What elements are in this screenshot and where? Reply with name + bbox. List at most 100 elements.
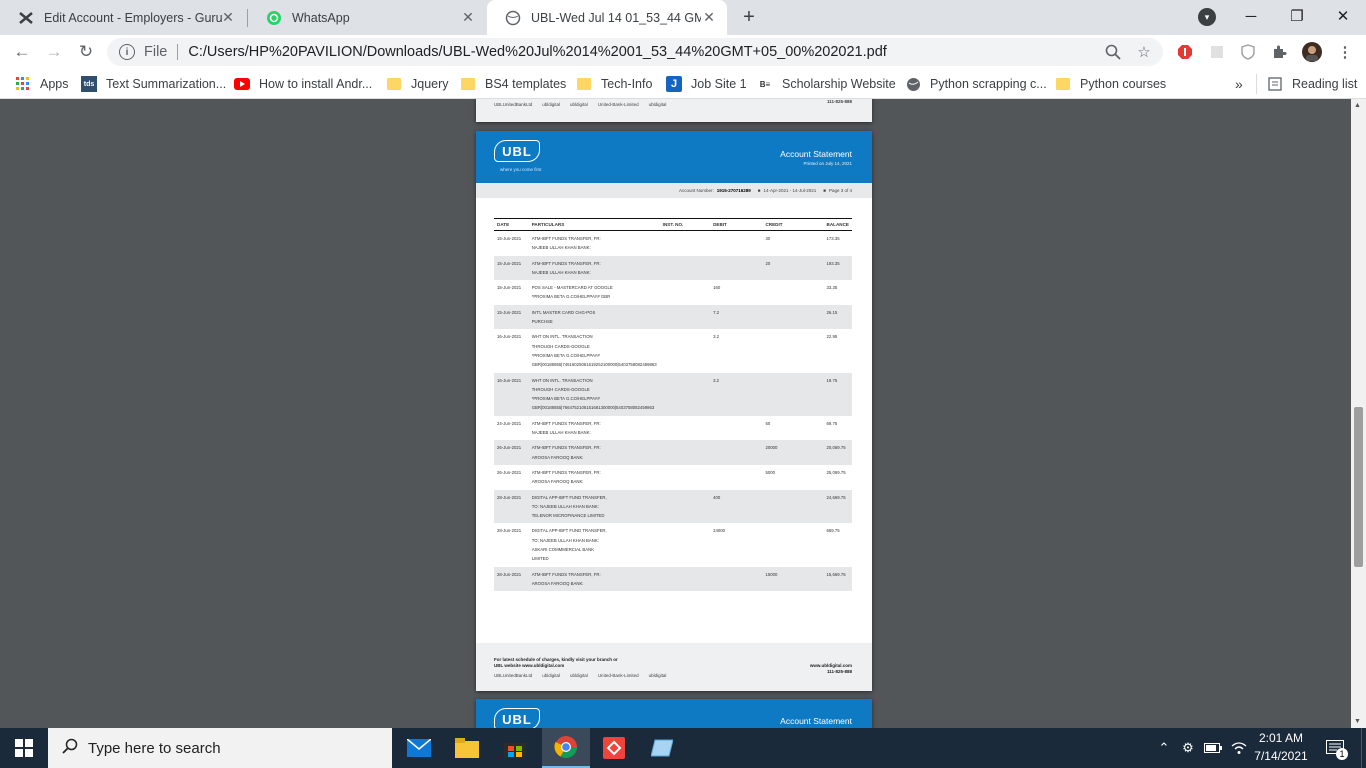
profile-avatar-icon[interactable] <box>1301 41 1323 63</box>
guru-icon <box>18 10 34 26</box>
cell-balance: 193.35 <box>823 255 852 281</box>
clock-time[interactable]: 2:01 AM <box>1254 731 1308 745</box>
scroll-down-icon[interactable]: ▼ <box>1354 718 1361 725</box>
particulars-line: ATM-IBFT FUNDS TRANSFER, FR: <box>531 236 601 241</box>
close-icon[interactable]: ✕ <box>460 9 476 25</box>
scroll-thumb[interactable] <box>1354 407 1363 567</box>
particulars-line: ATM-IBFT FUNDS TRANSFER, FR: <box>531 260 601 266</box>
youtube-link: ubldigital <box>648 102 667 107</box>
extension-icon[interactable] <box>1206 41 1228 63</box>
cell-date: 28-Jun-2021 <box>497 528 522 534</box>
taskbar-search[interactable]: Type here to search <box>48 728 392 768</box>
wifi-icon[interactable] <box>1228 728 1250 768</box>
file-explorer-icon[interactable] <box>443 728 491 768</box>
bookmark-scholarship[interactable]: B≡ Scholarship Website <box>757 75 896 93</box>
scroll-up-icon[interactable]: ▲ <box>1354 102 1361 109</box>
particulars-line: NAJEEB ULLAH KHAN BANK: <box>531 269 591 275</box>
close-icon[interactable]: ✕ <box>220 9 236 25</box>
particulars-line: ATM-IBFT FUNDS TRANSFER, FR: <box>531 571 601 577</box>
statement-header: UBL where you come first Account Stateme… <box>476 131 872 183</box>
cell-credit: 50 <box>765 420 771 426</box>
notes-app-icon[interactable] <box>638 728 686 768</box>
store-icon[interactable] <box>491 728 539 768</box>
cell-date: 16-Jun-2021 <box>497 334 522 340</box>
phone-number: 111-825-888 <box>826 99 852 104</box>
bookmark-text-summarization[interactable]: tds Text Summarization... <box>81 75 226 93</box>
cell-inst-no <box>659 255 711 281</box>
extensions-puzzle-icon[interactable] <box>1268 41 1290 63</box>
cell-debit <box>710 465 762 490</box>
info-icon[interactable]: i <box>119 44 135 60</box>
cell-balance: 15,669.75 <box>823 566 852 592</box>
tab-whatsapp[interactable]: WhatsApp ✕ <box>248 0 486 35</box>
tab-search-icon[interactable]: ▾ <box>1198 8 1216 26</box>
cell-particulars: POS SALE - MASTERCARD AT GOOGLE *PROXIMA … <box>529 280 660 305</box>
cell-balance: 25,069.75 <box>826 469 846 475</box>
bookmark-star-icon[interactable]: ☆ <box>1133 41 1155 63</box>
particulars-line: ATM-IBFT FUNDS TRANSFER, FR: <box>531 420 601 426</box>
cell-inst-no <box>659 304 711 330</box>
linkedin-link: United-Bank-Limited <box>597 673 639 678</box>
bookmark-bs4-templates[interactable]: BS4 templates <box>460 75 566 93</box>
cell-particulars: DIGITAL APP-IBFT FUND TRANSFER, TO: NAJEE… <box>528 489 660 524</box>
bookmark-apps[interactable]: Apps <box>15 75 69 93</box>
apps-grid-icon <box>15 76 31 92</box>
tab-title: Edit Account - Employers - Guru <box>44 10 223 25</box>
new-tab-button[interactable]: + <box>738 6 760 28</box>
adblock-icon[interactable] <box>1174 41 1196 63</box>
account-label: Account Number: <box>678 188 714 193</box>
menu-dots-icon[interactable]: ⋮ <box>1334 41 1356 63</box>
notifications-icon[interactable]: 1 <box>1320 728 1350 768</box>
url-text[interactable]: C:/Users/HP%20PAVILION/Downloads/UBL-Wed… <box>188 44 886 60</box>
mail-icon[interactable] <box>395 728 443 768</box>
bookmark-label: Python courses <box>1080 77 1167 91</box>
phone-number: 111-825-888 <box>826 669 852 674</box>
bookmark-python-courses[interactable]: Python courses <box>1055 75 1166 93</box>
bookmarks-overflow-button[interactable]: » <box>1235 75 1243 93</box>
address-bar[interactable]: i File C:/Users/HP%20PAVILION/Downloads/… <box>107 38 1163 66</box>
bookmark-python-scrapping[interactable]: Python scrapping c... <box>905 75 1047 93</box>
footer-note-line-2: UBL website www.ubldigital.com <box>494 663 565 668</box>
particulars-line: AROOSA FAROOQ BANK: <box>531 479 584 485</box>
forward-icon[interactable]: → <box>41 39 67 65</box>
battery-icon[interactable] <box>1202 728 1224 768</box>
shield-icon[interactable] <box>1237 41 1259 63</box>
table-row: 26-Jun-2021 ATM-IBFT FUNDS TRANSFER, FR: A… <box>494 440 852 465</box>
tab-pdf[interactable]: UBL-Wed Jul 14 01_53_44 GMT+0 ✕ <box>487 0 727 35</box>
folder-icon <box>1055 76 1071 92</box>
table-row: 16-Jun-2021 WHT ON INTL. TRANSACTION THROU… <box>494 329 852 372</box>
reading-list-button[interactable]: Reading list <box>1267 75 1357 93</box>
restore-icon[interactable]: ❐ <box>1274 0 1320 32</box>
vertical-scrollbar[interactable]: ▲ ▼ <box>1351 99 1366 728</box>
zoom-icon[interactable] <box>1102 41 1124 63</box>
show-hidden-icons[interactable]: ⌃ <box>1155 728 1173 768</box>
bookmark-tech-info[interactable]: Tech-Info <box>576 75 652 93</box>
chrome-icon[interactable] <box>542 728 590 768</box>
close-window-icon[interactable]: ✕ <box>1320 0 1366 32</box>
windows-start-icon[interactable] <box>0 728 48 768</box>
bookmark-job-site[interactable]: J Job Site 1 <box>666 75 747 93</box>
back-icon[interactable]: ← <box>9 39 35 65</box>
reload-icon[interactable]: ↻ <box>73 39 99 65</box>
close-icon[interactable]: ✕ <box>701 9 717 25</box>
minimize-icon[interactable]: ─ <box>1228 0 1274 32</box>
tab-guru[interactable]: Edit Account - Employers - Guru ✕ <box>0 0 246 35</box>
show-desktop-button[interactable] <box>1361 728 1366 768</box>
tab-title: WhatsApp <box>292 10 350 25</box>
particulars-line: ATM-IBFT FUNDS TRANSFER, FR: <box>531 445 601 451</box>
pdf-viewer[interactable]: UBLUnitedBankLtd ubldigital ubldigital U… <box>0 99 1366 728</box>
anydesk-icon[interactable] <box>590 728 638 768</box>
clock-date[interactable]: 7/14/2021 <box>1250 749 1312 763</box>
network-devices-icon[interactable]: ⚙ <box>1178 728 1198 768</box>
notification-count: 1 <box>1336 748 1348 760</box>
table-row: 26-Jun-2021 ATM-IBFT FUNDS TRANSFER, FR: A… <box>494 465 852 490</box>
cell-date: 15-Jun-2021 <box>497 236 522 241</box>
particulars-line: ATM-IBFT FUNDS TRANSFER, FR: <box>531 469 601 475</box>
cell-particulars: ATM-IBFT FUNDS TRANSFER, FR: NAJEEB ULLAH… <box>528 255 660 281</box>
bookmark-how-to-install[interactable]: How to install Andr... <box>234 75 372 93</box>
cell-credit: 20000 <box>762 440 824 465</box>
particulars-line: THROUGH CARDS-GOOGLE <box>531 343 590 349</box>
bookmark-jquery[interactable]: Jquery <box>386 75 449 93</box>
previous-page-footer: UBLUnitedBankLtd ubldigital ubldigital U… <box>476 99 872 122</box>
windows-taskbar: Type here to search ⌃ ⚙ 2:01 AM 7/14/202… <box>0 728 1366 768</box>
